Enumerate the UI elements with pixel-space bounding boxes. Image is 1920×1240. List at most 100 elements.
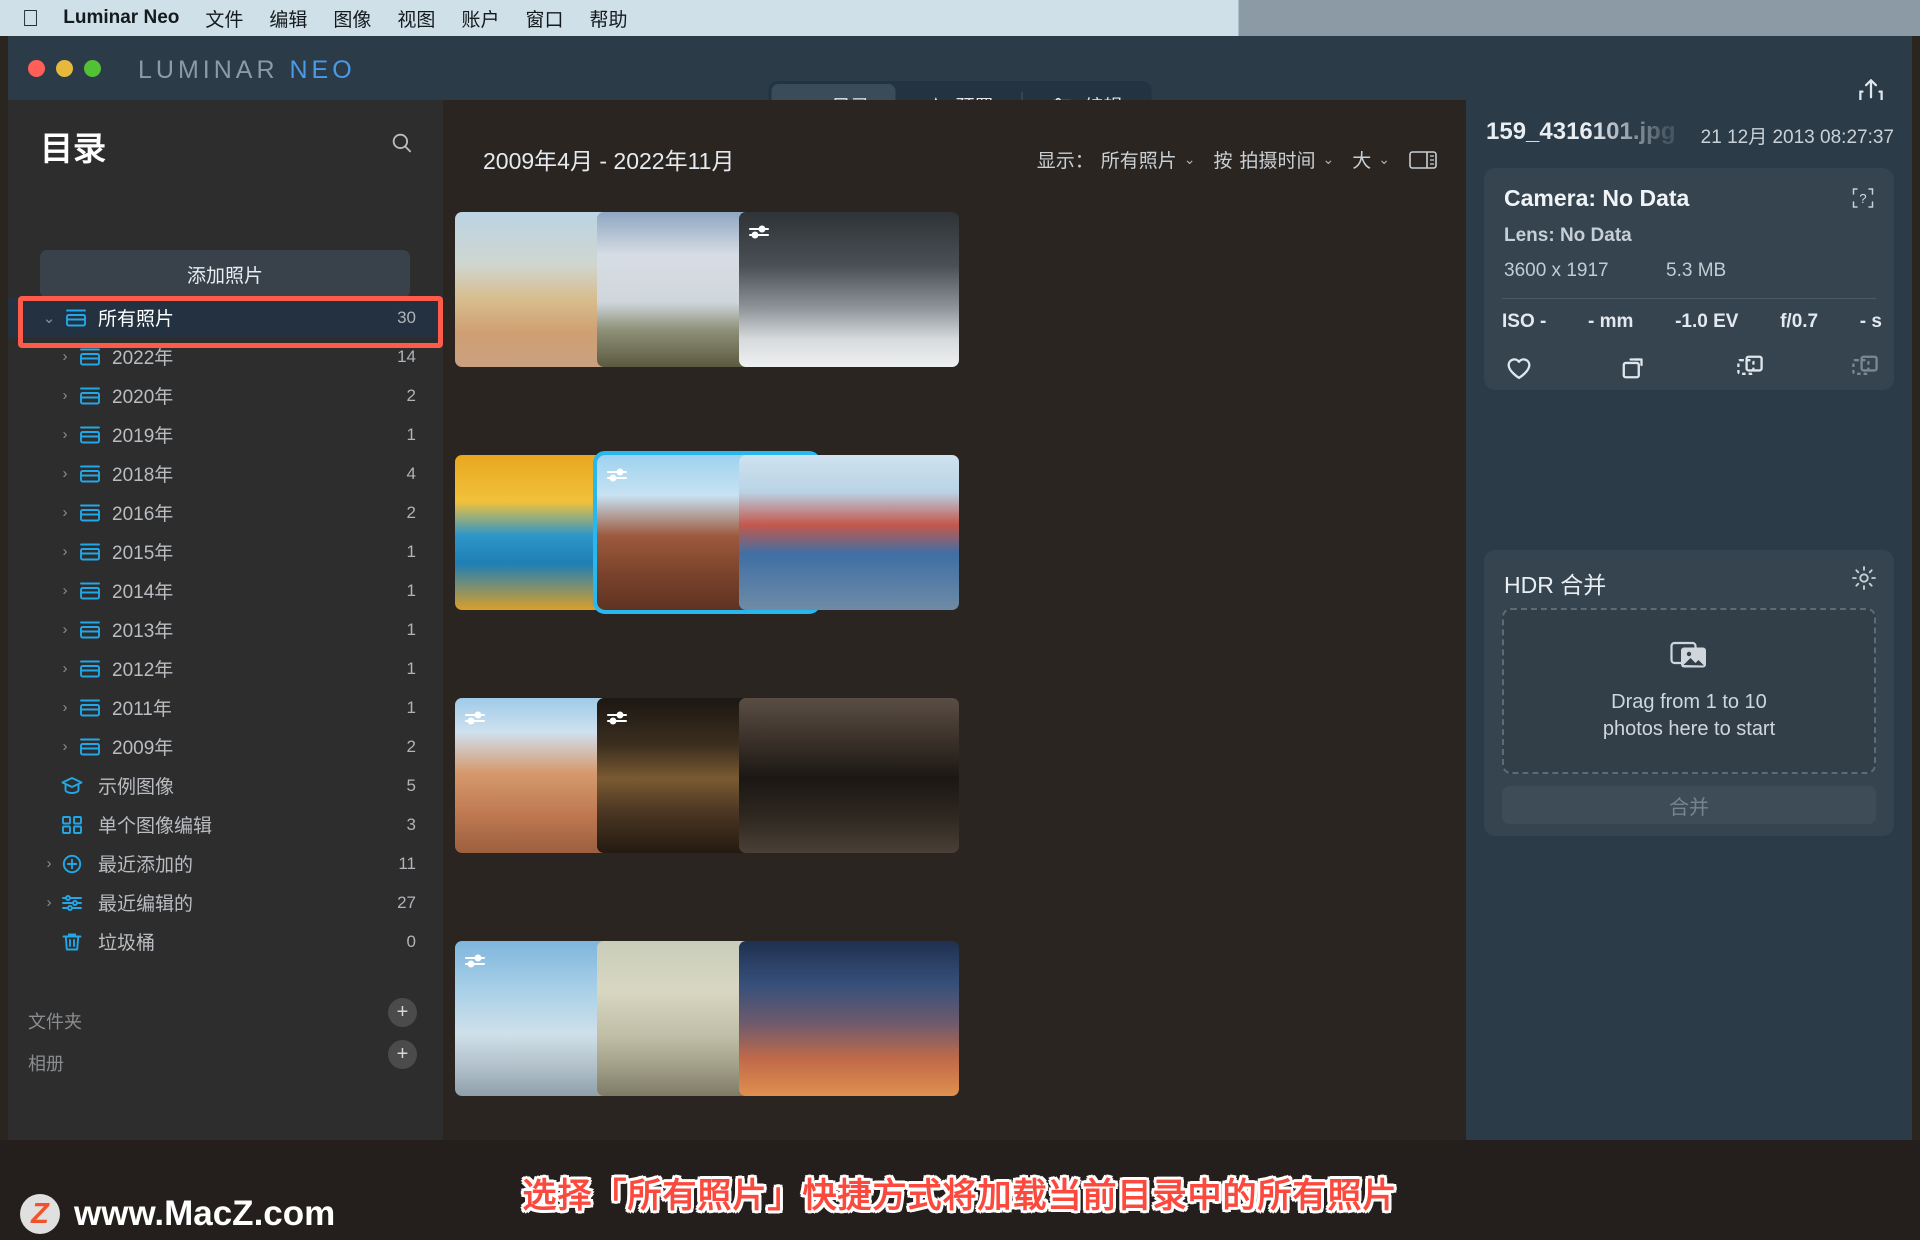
thumbnail-city-night-skyline-row[interactable]	[739, 941, 959, 1096]
section-folders-label: 文件夹	[28, 1012, 82, 1032]
add-album-button[interactable]: +	[388, 1040, 417, 1069]
sidebar-item-row-2[interactable]: › 2020年 2	[8, 376, 443, 415]
split-view-icon[interactable]	[1408, 148, 1438, 172]
maximize-button[interactable]	[84, 60, 101, 77]
stack-icon[interactable]	[1848, 352, 1882, 384]
catalog-icon	[78, 658, 102, 680]
close-button[interactable]	[28, 60, 45, 77]
sidebar-item-row-14[interactable]: › 最近添加的 11	[8, 844, 443, 883]
chevron-down-icon: ⌄	[1183, 151, 1196, 167]
menu-item-window[interactable]: 窗口	[525, 5, 563, 32]
sidebar-item-row-12[interactable]: 示例图像 5	[8, 766, 443, 805]
chevron-right-icon[interactable]: ›	[42, 855, 56, 872]
add-photos-label: 添加照片	[186, 265, 263, 287]
sidebar-item-row-13[interactable]: 单个图像编辑 3	[8, 805, 443, 844]
chevron-right-icon[interactable]: ›	[58, 504, 72, 521]
gear-icon[interactable]	[1850, 564, 1878, 592]
catalog-sidebar: 目录 添加照片 ⌄ 所有照片30› 2022年14› 2020年2›	[8, 100, 443, 1240]
chevron-right-icon[interactable]: ›	[58, 582, 72, 599]
duplicate-icon[interactable]	[1733, 352, 1767, 384]
catalog-icon	[78, 619, 102, 641]
catalog-icon	[78, 580, 102, 602]
thumbnail-colorful-canal-houses[interactable]	[739, 455, 959, 610]
filter-sort-label: 按	[1213, 151, 1233, 172]
menu-item-image[interactable]: 图像	[333, 5, 371, 32]
sidebar-item-count: 1	[406, 424, 416, 444]
menu-item-edit[interactable]: 编辑	[269, 5, 307, 32]
hdr-dropzone[interactable]: Drag from 1 to 10 photos here to start	[1502, 608, 1876, 774]
menu-item-help[interactable]: 帮助	[589, 5, 627, 32]
help-bracket-icon[interactable]: ?	[1850, 186, 1876, 210]
sidebar-item-count: 27	[397, 892, 416, 912]
thumbnail-foggy-mountain-bw[interactable]	[739, 212, 959, 367]
chevron-right-icon[interactable]: ›	[58, 426, 72, 443]
section-albums-label: 相册	[28, 1054, 64, 1074]
catalog-icon	[78, 736, 102, 758]
filter-show[interactable]: 显示： 所有照片 ⌄	[1037, 146, 1196, 173]
chevron-down-icon[interactable]: ⌄	[42, 309, 56, 327]
sidebar-item-row-1[interactable]: › 2022年 14	[8, 337, 443, 376]
catalog-tree: ⌄ 所有照片 30 › 2022年 14 › 2020年 2 › 2019年 1 › 2018年…	[8, 298, 443, 961]
chevron-right-icon[interactable]: ›	[58, 465, 72, 482]
chevron-right-icon[interactable]: ›	[58, 387, 72, 404]
minimize-button[interactable]	[56, 60, 73, 77]
chevron-right-icon[interactable]: ›	[58, 699, 72, 716]
filter-sort[interactable]: 按 拍摄时间 ⌄	[1213, 146, 1334, 173]
sidebar-item-row-10[interactable]: › 2011年 1	[8, 688, 443, 727]
filter-show-value: 所有照片	[1100, 151, 1177, 172]
sidebar-item-count: 3	[406, 814, 416, 834]
chevron-right-icon[interactable]: ›	[58, 543, 72, 560]
photo-grid-area: 2009年4月 - 2022年11月 显示： 所有照片 ⌄ 按 拍摄时间 ⌄ 大…	[443, 100, 1466, 1240]
sidebar-item-row-4[interactable]: › 2018年 4	[8, 454, 443, 493]
metadata-card: Camera: No Data ? Lens: No Data 3600 x 1…	[1484, 168, 1894, 390]
chevron-right-icon[interactable]: ›	[42, 894, 56, 911]
sidebar-item-row-6[interactable]: › 2015年 1	[8, 532, 443, 571]
hdr-dropzone-text: Drag from 1 to 10 photos here to start	[1603, 689, 1775, 743]
sidebar-item-label: 最近添加的	[98, 855, 194, 876]
chevron-right-icon[interactable]: ›	[58, 348, 72, 365]
chevron-right-icon[interactable]: ›	[58, 621, 72, 638]
file-date-label: 21 12月 2013 08:27:37	[1700, 127, 1894, 148]
title-bar: LUMINAR NEO 目录 预置	[8, 36, 1912, 129]
chevron-right-icon[interactable]: ›	[58, 660, 72, 677]
chevron-down-icon: ⌄	[1322, 151, 1335, 167]
sliders-icon	[604, 462, 630, 488]
sidebar-item-row-9[interactable]: › 2012年 1	[8, 649, 443, 688]
add-photos-button[interactable]: 添加照片	[40, 250, 410, 298]
sidebar-item-count: 0	[406, 931, 416, 951]
sidebar-item-count: 1	[406, 541, 416, 561]
menu-item-account[interactable]: 账户	[461, 5, 499, 32]
filter-size[interactable]: 大 ⌄	[1352, 146, 1390, 173]
add-folder-button[interactable]: +	[388, 998, 417, 1027]
chevron-right-icon[interactable]: ›	[58, 738, 72, 755]
apple-icon[interactable]: 	[22, 6, 39, 30]
merge-button[interactable]: 合并	[1502, 786, 1876, 824]
sidebar-item-row-5[interactable]: › 2016年 2	[8, 493, 443, 532]
thumbnail-grid	[443, 204, 1466, 1240]
svg-text:?: ?	[1859, 191, 1866, 206]
exif-value-1: - mm	[1588, 311, 1634, 332]
sidebar-item-row-11[interactable]: › 2009年 2	[8, 727, 443, 766]
sidebar-item-row-16[interactable]: 垃圾桶 0	[8, 922, 443, 961]
filter-sort-value: 拍摄时间	[1239, 151, 1316, 172]
sidebar-item-count: 1	[406, 658, 416, 678]
graduation-cap-icon	[60, 775, 84, 797]
photos-stack-icon	[1670, 639, 1708, 676]
sidebar-item-row-7[interactable]: › 2014年 1	[8, 571, 443, 610]
sidebar-item-row-3[interactable]: › 2019年 1	[8, 415, 443, 454]
sidebar-item-row-15[interactable]: › 最近编辑的 27	[8, 883, 443, 922]
menubar-app-name[interactable]: Luminar Neo	[63, 7, 179, 29]
hdr-merge-card: HDR 合并 Drag from 1 to 10photos here to	[1484, 550, 1894, 836]
info-panel: 159_4316101.jpg 21 12月 2013 08:27:37 Cam…	[1466, 100, 1912, 1240]
menu-item-file[interactable]: 文件	[205, 5, 243, 32]
rotate-icon[interactable]	[1617, 352, 1651, 384]
search-icon[interactable]	[389, 130, 415, 156]
sidebar-item-all-photos[interactable]: ⌄ 所有照片 30	[8, 298, 443, 337]
page-title: 目录	[40, 130, 106, 167]
sidebar-item-row-8[interactable]: › 2013年 1	[8, 610, 443, 649]
catalog-icon	[78, 346, 102, 368]
thumbnail-stone-archway-door[interactable]	[739, 698, 959, 853]
menu-item-view[interactable]: 视图	[397, 5, 435, 32]
catalog-icon	[64, 307, 88, 329]
heart-icon[interactable]	[1502, 352, 1536, 384]
